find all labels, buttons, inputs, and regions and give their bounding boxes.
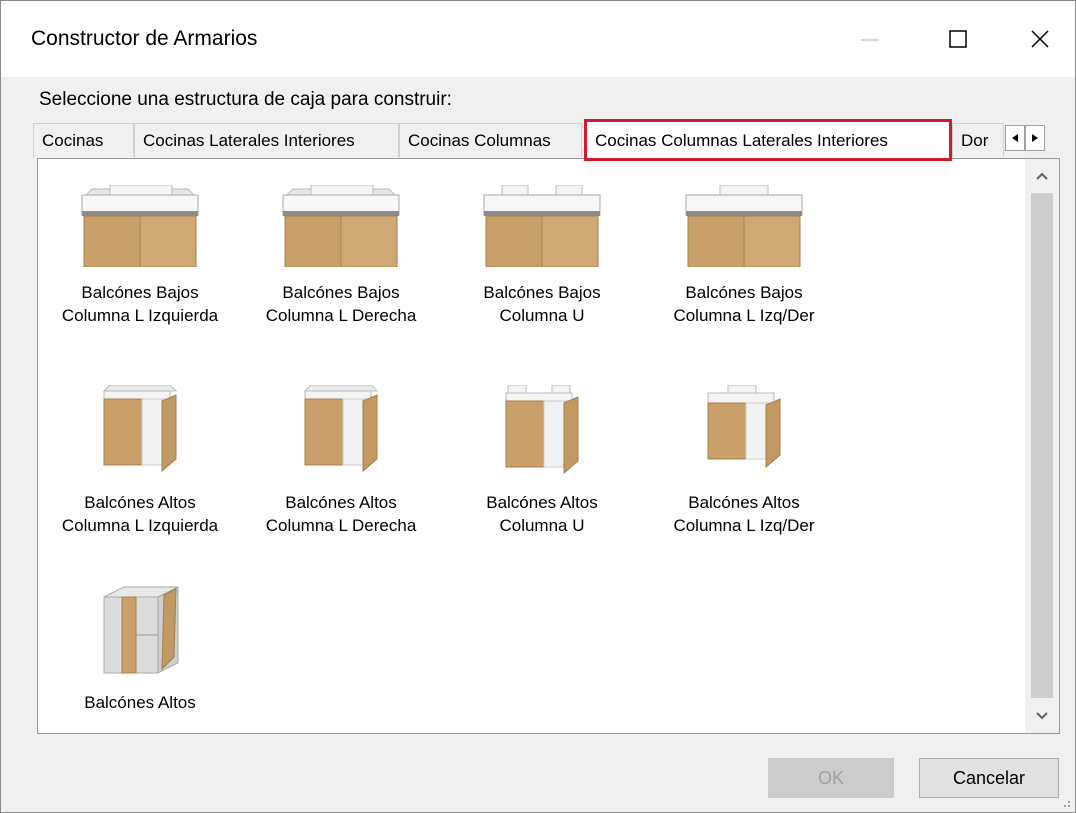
- wall-cabinet-icon: [707, 385, 781, 469]
- item-title: Balcónes Bajos: [685, 283, 803, 302]
- scroll-up-button[interactable]: [1025, 159, 1059, 193]
- scroll-thumb[interactable]: [1031, 193, 1053, 698]
- list-item[interactable]: Balcónes Altos: [40, 585, 240, 714]
- item-title: Balcónes Altos: [688, 493, 800, 512]
- tab-cocinas-columnas-laterales-interiores[interactable]: Cocinas Columnas Laterales Interiores: [584, 119, 952, 161]
- list-item[interactable]: Balcónes Altos Columna L Izquierda: [40, 385, 240, 537]
- item-title: Balcónes Altos: [486, 493, 598, 512]
- tab-scroll-left-button[interactable]: [1005, 125, 1025, 151]
- item-subtitle: Columna L Izquierda: [61, 516, 219, 535]
- list-item[interactable]: Balcónes Altos Columna L Izq/Der: [644, 385, 844, 537]
- triangle-left-icon: [1012, 134, 1018, 142]
- list-item[interactable]: Balcónes Bajos Columna L Derecha: [241, 185, 441, 327]
- item-subtitle: Columna L Izq/Der: [673, 516, 815, 535]
- ok-button[interactable]: OK: [768, 758, 894, 798]
- title-bar[interactable]: Constructor de Armarios: [1, 1, 1075, 77]
- item-subtitle: Columna U: [499, 306, 585, 325]
- wall-cabinet-icon: [303, 385, 379, 473]
- list-item[interactable]: Balcónes Bajos Columna L Izq/Der: [644, 185, 844, 327]
- window-title: Constructor de Armarios: [31, 27, 258, 50]
- chevron-up-icon: [1036, 172, 1048, 180]
- triangle-right-icon: [1032, 134, 1038, 142]
- item-subtitle: Columna U: [499, 516, 585, 535]
- dialog-window: Constructor de Armarios Seleccione una e…: [0, 0, 1076, 813]
- item-subtitle: Columna L Derecha: [265, 306, 417, 325]
- item-title: Balcónes Bajos: [282, 283, 400, 302]
- base-cabinet-icon: [282, 185, 400, 267]
- minimize-icon: [861, 39, 879, 41]
- resize-grip-icon[interactable]: [1059, 796, 1071, 808]
- scroll-down-button[interactable]: [1025, 699, 1059, 733]
- close-button[interactable]: [1005, 1, 1075, 77]
- wall-cabinet-icon: [102, 385, 178, 473]
- list-item[interactable]: Balcónes Altos Columna U: [442, 385, 642, 537]
- maximize-icon: [949, 30, 967, 48]
- item-subtitle: Columna L Izquierda: [61, 306, 219, 325]
- item-title: Balcónes Altos: [84, 693, 196, 712]
- tab-cocinas-columnas[interactable]: Cocinas Columnas: [399, 123, 582, 157]
- maximize-button[interactable]: [923, 1, 993, 77]
- item-subtitle: Columna L Izq/Der: [673, 306, 815, 325]
- cancel-button[interactable]: Cancelar: [919, 758, 1059, 798]
- tab-strip: Cocinas Cocinas Laterales Interiores Coc…: [33, 119, 1063, 161]
- list-item[interactable]: Balcónes Bajos Columna U: [442, 185, 642, 327]
- wall-cabinet-icon: [505, 385, 579, 475]
- tab-cocinas[interactable]: Cocinas: [33, 123, 134, 157]
- base-cabinet-icon: [483, 185, 601, 267]
- item-title: Balcónes Bajos: [81, 283, 199, 302]
- base-cabinet-icon: [81, 185, 199, 267]
- wall-cabinet-open-icon: [103, 586, 179, 674]
- item-title: Balcónes Altos: [84, 493, 196, 512]
- tab-dormitorios[interactable]: Dor: [952, 123, 1004, 157]
- minimize-button[interactable]: [835, 1, 905, 77]
- base-cabinet-icon: [685, 185, 803, 267]
- close-icon: [1031, 30, 1049, 48]
- vertical-scrollbar[interactable]: [1025, 159, 1059, 733]
- item-title: Balcónes Bajos: [483, 283, 601, 302]
- tab-scroll-right-button[interactable]: [1025, 125, 1045, 151]
- list-item[interactable]: Balcónes Bajos Columna L Izquierda: [40, 185, 240, 327]
- list-item[interactable]: Balcónes Altos Columna L Derecha: [241, 385, 441, 537]
- tab-cocinas-laterales-interiores[interactable]: Cocinas Laterales Interiores: [134, 123, 399, 157]
- item-subtitle: Columna L Derecha: [265, 516, 417, 535]
- instruction-label: Seleccione una estructura de caja para c…: [39, 89, 452, 110]
- item-title: Balcónes Altos: [285, 493, 397, 512]
- chevron-down-icon: [1036, 712, 1048, 720]
- cabinet-list-panel: Balcónes Bajos Columna L Izquierda Balcó…: [37, 158, 1060, 734]
